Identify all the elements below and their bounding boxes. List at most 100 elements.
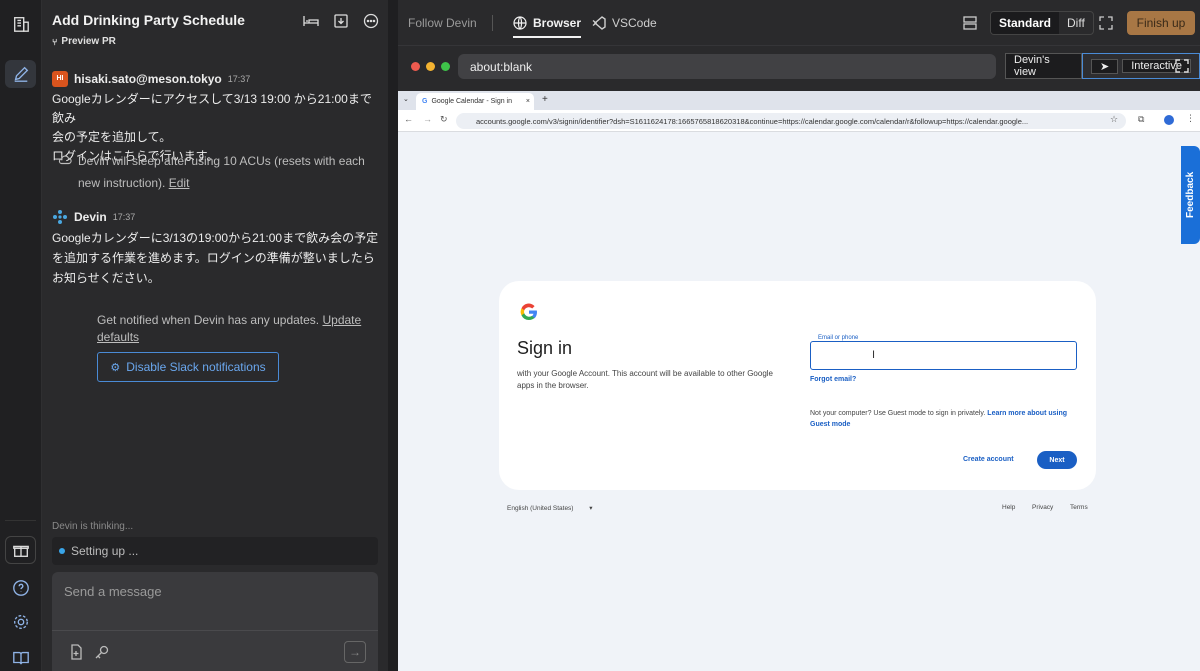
dropdown-caret-icon: ▾ <box>589 505 593 512</box>
user-message-line: 会の予定を追加して。 <box>52 130 172 144</box>
header-actions <box>302 12 380 30</box>
arrow-right-icon: → <box>349 645 361 659</box>
disable-slack-button[interactable]: ⚙ Disable Slack notifications <box>97 352 279 382</box>
user-message-header: HI hisaki.sato@meson.tokyo 17:37 <box>52 70 380 88</box>
privacy-link[interactable]: Privacy <box>1032 504 1053 511</box>
email-field-label: Email or phone <box>816 335 861 341</box>
attach-file-icon[interactable] <box>68 644 84 660</box>
tab-vscode-label: VSCode <box>612 16 657 30</box>
thinking-status: Devin is thinking... <box>52 521 134 532</box>
remote-tab-strip: ⌄ G Google Calendar - Sign in × + <box>398 91 1200 110</box>
disable-slack-label: Disable Slack notifications <box>126 360 266 374</box>
close-dot <box>411 62 420 71</box>
rail-divider <box>5 520 36 521</box>
view-mode-toggle: Standard Diff <box>990 11 1094 35</box>
remote-omnibox[interactable]: accounts.google.com/v3/signin/identifier… <box>456 113 1126 129</box>
panel-divider[interactable] <box>388 0 398 671</box>
url-field[interactable]: about:blank <box>458 54 996 79</box>
remote-browser-viewport[interactable]: ⌄ G Google Calendar - Sign in × + ← → ↻ … <box>398 91 1200 671</box>
globe-icon <box>513 16 527 30</box>
archive-icon[interactable] <box>332 12 350 30</box>
reload-icon[interactable]: ↻ <box>440 114 448 125</box>
devin-logo-icon <box>53 210 67 224</box>
expand-icon[interactable] <box>1099 16 1113 30</box>
pencil-icon[interactable] <box>5 60 36 88</box>
tab-vscode[interactable]: VSCode <box>592 16 657 30</box>
sleep-notice-text: Devin will sleep after using 10 ACUs (re… <box>78 154 365 190</box>
book-icon[interactable] <box>5 644 36 671</box>
signin-subtext: with your Google Account. This account w… <box>517 369 773 390</box>
next-button[interactable]: Next <box>1037 451 1077 469</box>
tab-menu-icon[interactable]: ⌄ <box>403 95 409 103</box>
star-icon[interactable]: ☆ <box>1110 114 1118 125</box>
devin-message: Devin 17:37 Googleカレンダーに3/13の19:00から21:0… <box>52 208 380 288</box>
preview-pr-link[interactable]: ⑂ Preview PR <box>52 36 116 47</box>
gear-icon[interactable] <box>5 608 36 636</box>
message-composer[interactable]: Send a message → <box>52 572 378 671</box>
menu-icon[interactable]: ⋮ <box>1186 113 1195 124</box>
finish-up-button[interactable]: Finish up <box>1127 11 1195 35</box>
feedback-tab[interactable]: Feedback <box>1181 146 1200 244</box>
remote-tab[interactable]: G Google Calendar - Sign in × <box>416 93 534 110</box>
gift-icon[interactable] <box>5 536 36 564</box>
key-icon[interactable] <box>94 644 110 660</box>
composer-tools <box>68 644 110 660</box>
terms-link[interactable]: Terms <box>1070 504 1088 511</box>
forward-icon[interactable]: → <box>423 114 432 124</box>
maximize-dot <box>441 62 450 71</box>
mode-standard[interactable]: Standard <box>991 12 1060 34</box>
help-icon[interactable] <box>5 574 36 602</box>
message-input[interactable]: Send a message <box>64 584 162 599</box>
devin-author: Devin <box>74 210 107 224</box>
send-button[interactable]: → <box>344 641 366 663</box>
session-title: Add Drinking Party Schedule <box>52 12 245 28</box>
pull-request-icon: ⑂ <box>52 36 58 47</box>
cursor-icon: ➤ <box>1091 58 1119 74</box>
browser-url-bar: about:blank Devin's view ➤ Interactive <box>398 46 1200 90</box>
language-select[interactable]: English (United States) ▾ <box>507 504 593 512</box>
tab-close-icon[interactable]: × <box>526 98 530 105</box>
mode-diff[interactable]: Diff <box>1059 12 1093 34</box>
user-message-line: Googleカレンダーにアクセスして3/13 19:00 から21:00まで飲み <box>52 92 372 125</box>
google-signin-page: Sign in with your Google Account. This a… <box>398 132 1200 671</box>
guest-mode-text: Not your computer? Use Guest mode to sig… <box>810 408 1072 430</box>
forgot-email-link[interactable]: Forgot email? <box>810 376 856 383</box>
extensions-icon[interactable]: ⧉ <box>1138 114 1144 125</box>
signin-heading: Sign in <box>517 338 573 358</box>
layout-icon[interactable] <box>962 15 978 31</box>
message-time: 17:37 <box>227 74 251 84</box>
more-options-icon[interactable] <box>362 12 380 30</box>
avatar: HI <box>52 71 68 87</box>
chat-panel: Add Drinking Party Schedule ⑂ Preview PR… <box>42 0 388 671</box>
building-icon[interactable] <box>5 10 36 38</box>
fullscreen-icon[interactable] <box>1175 59 1189 73</box>
new-tab-icon[interactable]: + <box>542 94 548 105</box>
guest-mode-label: Not your computer? Use Guest mode to sig… <box>810 410 986 417</box>
cloud-icon <box>58 155 72 165</box>
back-icon[interactable]: ← <box>404 114 413 124</box>
sleep-notice: Devin will sleep after using 10 ACUs (re… <box>58 150 370 194</box>
tab-browser[interactable]: Browser <box>513 16 582 38</box>
follow-devin-toggle[interactable]: Follow Devin <box>408 16 477 30</box>
status-dot <box>59 548 65 554</box>
profile-icon[interactable] <box>1164 115 1174 125</box>
help-link[interactable]: Help <box>1002 504 1015 511</box>
message-time: 17:37 <box>112 212 136 222</box>
devins-view-button[interactable]: Devin's view <box>1005 53 1083 79</box>
preview-pr-label: Preview PR <box>61 36 116 47</box>
topbar-divider <box>492 15 493 31</box>
create-account-button[interactable]: Create account <box>963 456 1014 463</box>
edit-link[interactable]: Edit <box>169 176 190 190</box>
google-logo-icon <box>520 303 537 321</box>
view-toggle: Devin's view ➤ Interactive <box>1005 53 1200 79</box>
user-author: hisaki.sato@meson.tokyo <box>74 72 222 86</box>
setup-status: Setting up ... <box>52 537 378 565</box>
bed-icon[interactable] <box>302 12 320 30</box>
workspace-topbar: Follow Devin Browser VSCode Standard Dif… <box>398 0 1200 46</box>
feedback-label: Feedback <box>1185 171 1196 219</box>
tab-browser-label: Browser <box>533 16 582 30</box>
left-rail <box>0 0 42 671</box>
slack-icon: ⚙ <box>110 361 121 374</box>
email-field[interactable]: Email or phone I <box>810 335 1077 370</box>
devin-message-text: Googleカレンダーに3/13の19:00から21:00まで飲み会の予定を追加… <box>52 231 379 285</box>
